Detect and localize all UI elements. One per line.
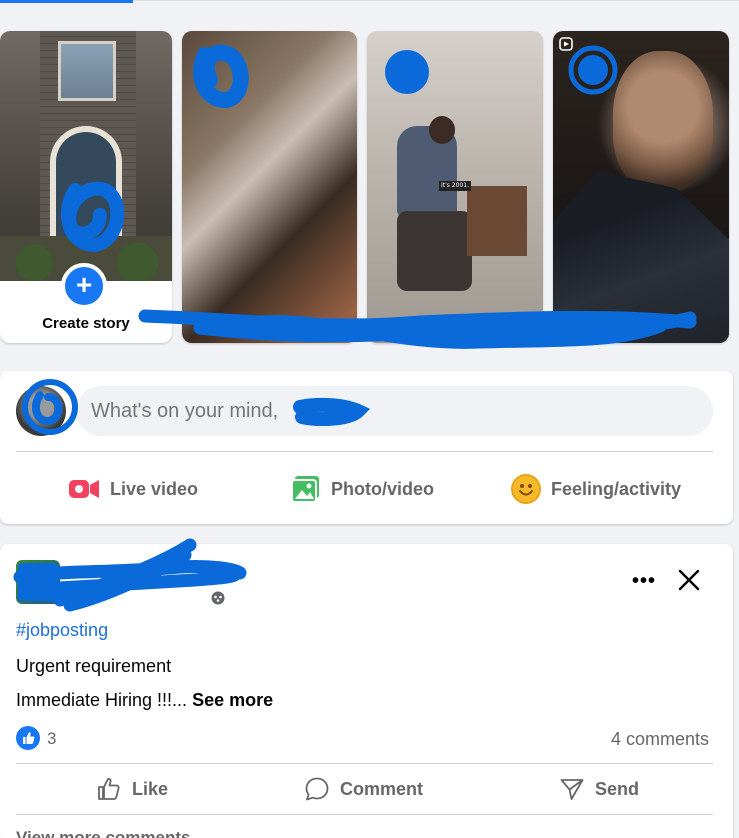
smiley-icon	[511, 474, 541, 504]
composer-divider	[16, 451, 713, 452]
feed-post: ••• #jobposting Urgent requirement Immed…	[0, 544, 733, 838]
like-reaction-icon[interactable]	[16, 726, 40, 750]
more-options-icon[interactable]: •••	[632, 570, 656, 593]
photo-video-button[interactable]: Photo/video	[291, 471, 434, 507]
comment-icon	[305, 777, 329, 801]
post-divider-bottom	[16, 814, 713, 815]
photo-video-icon	[291, 475, 321, 503]
story-desk	[467, 186, 527, 256]
live-video-button[interactable]: Live video	[68, 471, 198, 507]
post-composer: Live video Photo/video Feeling/activity	[0, 371, 733, 524]
like-button[interactable]: Like	[96, 774, 168, 804]
active-tab-indicator	[0, 0, 133, 3]
post-text-truncated: Immediate Hiring !!!...	[16, 690, 188, 710]
send-icon	[560, 779, 584, 800]
user-avatar[interactable]	[16, 386, 66, 436]
close-icon[interactable]	[678, 564, 700, 600]
story-face	[613, 51, 713, 191]
comment-label: Comment	[340, 778, 424, 799]
story-card-3[interactable]: It's 2001.	[367, 31, 543, 343]
stories-row: + Create story It's 2001.	[0, 31, 739, 343]
post-author-avatar[interactable]	[16, 560, 60, 604]
whats-on-your-mind-input[interactable]	[76, 386, 713, 436]
story-person-head	[429, 116, 455, 144]
comment-count[interactable]: 4 comments	[611, 729, 709, 750]
story-suit	[553, 171, 729, 343]
live-video-icon	[68, 477, 100, 501]
live-video-label: Live video	[110, 478, 199, 499]
story-sign: It's 2001.	[439, 181, 471, 191]
post-text-line-2: Immediate Hiring !!!... See more	[16, 690, 273, 711]
comment-button[interactable]: Comment	[304, 774, 423, 804]
feeling-activity-button[interactable]: Feeling/activity	[511, 471, 681, 507]
post-text-line-1: Urgent requirement	[16, 656, 172, 676]
post-hashtag[interactable]: #jobposting	[16, 620, 108, 641]
post-divider-top	[16, 763, 713, 764]
like-count[interactable]: 3	[47, 729, 56, 749]
send-button[interactable]: Send	[559, 774, 639, 804]
photo-video-label: Photo/video	[331, 478, 434, 499]
view-more-comments-link[interactable]: View more comments	[16, 828, 190, 838]
create-story-label: Create story	[42, 315, 130, 332]
feeling-activity-label: Feeling/activity	[551, 478, 682, 499]
create-story-card[interactable]: + Create story	[0, 31, 172, 343]
story-chair	[397, 211, 472, 291]
send-label: Send	[595, 778, 640, 799]
like-label: Like	[132, 778, 169, 799]
church-arch	[50, 126, 122, 236]
reel-icon	[559, 37, 573, 54]
church-window	[58, 41, 116, 101]
plus-icon[interactable]: +	[61, 263, 107, 309]
story-card-4[interactable]	[553, 31, 729, 343]
see-more-link[interactable]: See more	[192, 690, 273, 710]
thumbs-up-icon	[98, 777, 120, 800]
create-story-photo	[0, 31, 172, 281]
story-card-2[interactable]	[182, 31, 357, 343]
